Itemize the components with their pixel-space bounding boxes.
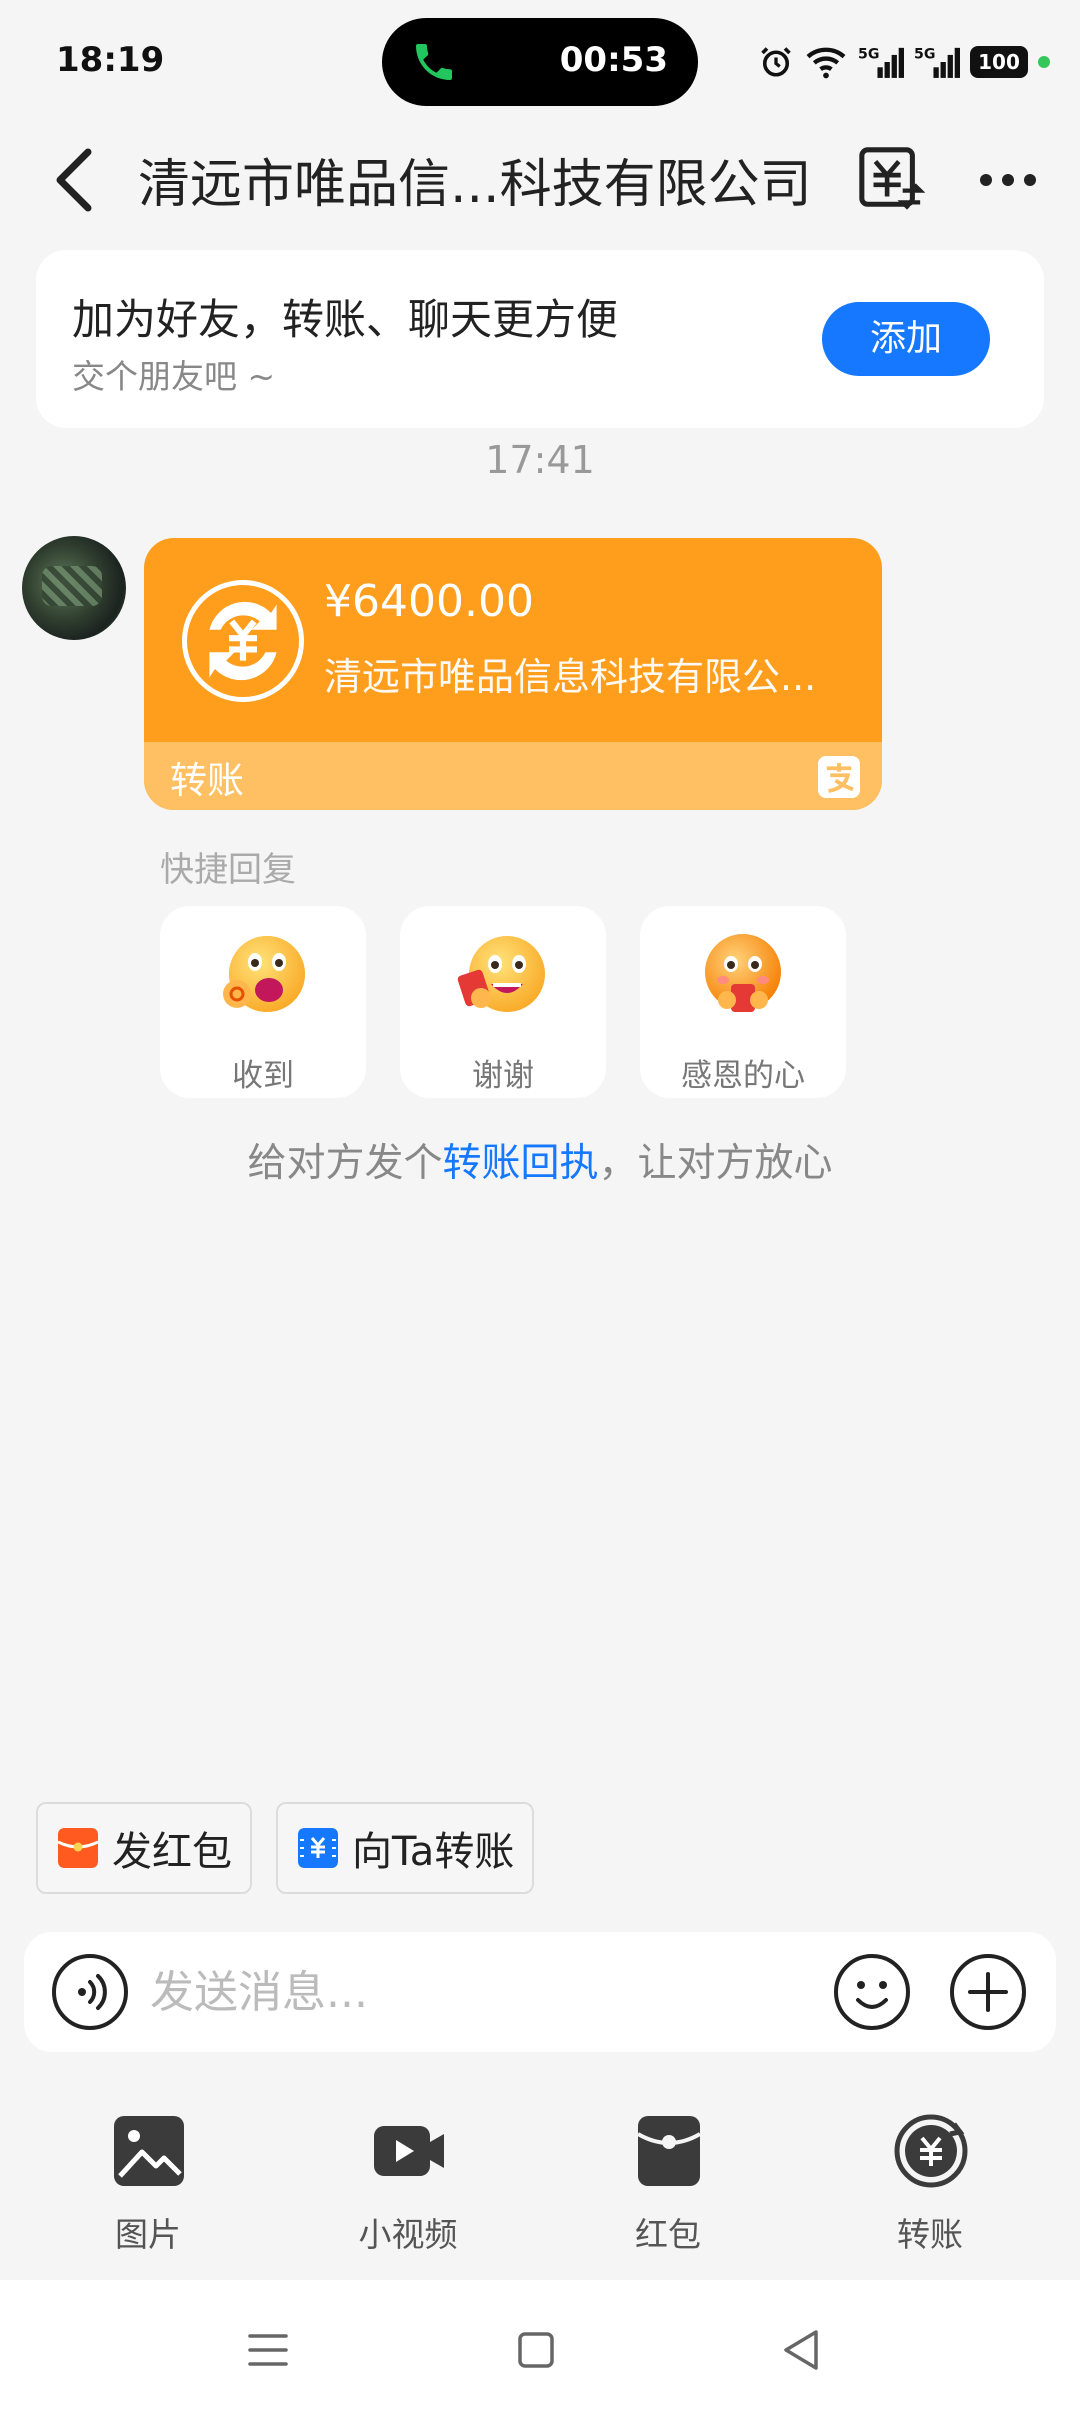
toolbar-label: 图片 bbox=[115, 2215, 181, 2254]
status-bar: 18:19 00:53 5G 5G 100 bbox=[0, 0, 1080, 120]
call-timer: 00:53 bbox=[559, 40, 668, 80]
transfer-icon bbox=[894, 2114, 968, 2188]
privacy-indicator-dot bbox=[1038, 56, 1050, 68]
image-icon bbox=[114, 2116, 184, 2186]
5g-signal-icon: 5G bbox=[914, 46, 960, 78]
chat-toolbar: 图片 小视频 红包 转账 bbox=[0, 2098, 1080, 2278]
message-input[interactable] bbox=[150, 1952, 810, 2032]
red-packet-icon bbox=[636, 2116, 702, 2186]
more-icon[interactable] bbox=[976, 160, 1040, 200]
toolbar-label: 红包 bbox=[635, 2215, 701, 2254]
video-icon bbox=[374, 2126, 444, 2176]
ok-hand-emoji-icon bbox=[223, 936, 305, 1012]
svg-text:5G: 5G bbox=[858, 46, 879, 62]
bill-icon[interactable] bbox=[856, 144, 926, 214]
menu-icon[interactable] bbox=[238, 2320, 298, 2380]
battery-icon: 100 bbox=[970, 46, 1028, 78]
chat-header: 清远市唯品信...科技有限公司 bbox=[0, 130, 1080, 230]
transfer-card-icon bbox=[298, 1828, 338, 1868]
status-icons: 5G 5G 100 bbox=[758, 40, 1050, 84]
voice-icon[interactable] bbox=[50, 1952, 130, 2032]
emoji-icon[interactable] bbox=[832, 1952, 912, 2032]
quick-reply-label-text: 感恩的心 bbox=[681, 1058, 805, 1094]
chip-label: 向Ta转账 bbox=[352, 1829, 515, 1875]
quick-reply-label-text: 谢谢 bbox=[472, 1058, 534, 1094]
transfer-label: 转账 bbox=[170, 759, 244, 802]
toolbar-label: 小视频 bbox=[358, 2215, 458, 2254]
add-friend-button[interactable]: 添加 bbox=[822, 302, 990, 376]
active-call-pill[interactable]: 00:53 bbox=[382, 18, 698, 106]
chip-label: 发红包 bbox=[112, 1829, 232, 1875]
transfer-card-footer: 转账 bbox=[144, 742, 882, 810]
red-envelope-grin-emoji-icon bbox=[457, 936, 545, 1012]
alarm-icon bbox=[761, 47, 791, 77]
toolbar-image[interactable]: 图片 bbox=[58, 2098, 238, 2278]
plus-icon[interactable] bbox=[948, 1952, 1028, 2032]
chat-title: 清远市唯品信...科技有限公司 bbox=[138, 155, 812, 215]
message-timestamp: 17:41 bbox=[485, 438, 595, 482]
quick-reply-label-text: 收到 bbox=[232, 1058, 294, 1094]
toolbar-video[interactable]: 小视频 bbox=[318, 2098, 498, 2278]
add-friend-title: 加为好友，转账、聊天更方便 bbox=[72, 295, 619, 344]
status-time: 18:19 bbox=[56, 40, 165, 80]
transfer-message-card[interactable]: ¥6400.00 清远市唯品信息科技有限公... 转账 bbox=[144, 538, 882, 810]
quick-reply-thanks[interactable]: 谢谢 bbox=[400, 906, 606, 1098]
avatar[interactable] bbox=[22, 536, 126, 640]
5g-signal-icon: 5G bbox=[858, 46, 904, 78]
grateful-emoji-icon bbox=[705, 934, 781, 1012]
system-nav-bar bbox=[0, 2280, 1080, 2412]
phone-icon bbox=[416, 44, 452, 80]
quick-reply-received[interactable]: 收到 bbox=[160, 906, 366, 1098]
transfer-card-body: ¥6400.00 清远市唯品信息科技有限公... bbox=[144, 538, 882, 742]
add-friend-card: 加为好友，转账、聊天更方便 交个朋友吧 ~ 添加 bbox=[36, 250, 1044, 428]
receipt-hint-text: 给对方发个 bbox=[247, 1141, 443, 1186]
toolbar-label: 转账 bbox=[897, 2215, 963, 2254]
svg-text:5G: 5G bbox=[914, 46, 935, 62]
transfer-exchange-icon bbox=[182, 580, 304, 702]
quick-reply-grateful[interactable]: 感恩的心 bbox=[640, 906, 846, 1098]
transfer-receipt-link[interactable]: 转账回执 bbox=[442, 1141, 598, 1186]
back-triangle-icon[interactable] bbox=[772, 2320, 832, 2380]
message-input-bar bbox=[24, 1932, 1056, 2052]
wifi-icon bbox=[806, 47, 846, 79]
receipt-hint-text: ，让对方放心 bbox=[598, 1141, 833, 1186]
alipay-logo-icon bbox=[818, 756, 860, 798]
transfer-amount: ¥6400.00 bbox=[324, 576, 534, 627]
toolbar-transfer[interactable]: 转账 bbox=[840, 2098, 1020, 2278]
transfer-payer: 清远市唯品信息科技有限公... bbox=[324, 655, 817, 699]
send-red-packet-chip[interactable]: 发红包 bbox=[36, 1802, 252, 1894]
add-friend-subtitle: 交个朋友吧 ~ bbox=[72, 357, 276, 396]
red-packet-icon bbox=[58, 1828, 98, 1868]
transfer-to-ta-chip[interactable]: 向Ta转账 bbox=[276, 1802, 535, 1894]
back-icon[interactable] bbox=[44, 144, 104, 216]
quick-reply-label: 快捷回复 bbox=[160, 850, 296, 890]
transfer-receipt-hint: 给对方发个转账回执，让对方放心 bbox=[0, 1132, 1080, 1188]
home-icon[interactable] bbox=[506, 2320, 566, 2380]
toolbar-red-packet[interactable]: 红包 bbox=[578, 2098, 758, 2278]
